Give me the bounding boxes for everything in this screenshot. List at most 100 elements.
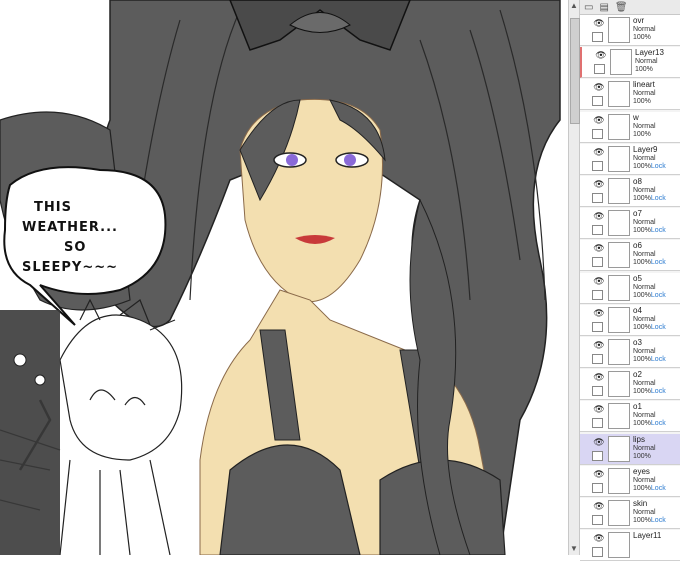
layer-lock-label: Lock (650, 323, 666, 331)
layer-opacity: 100%Lock (633, 292, 666, 299)
layer-row[interactable]: 👁 o2 Normal 100%Lock (580, 369, 680, 401)
layer-row[interactable]: 👁 skin Normal 100%Lock (580, 498, 680, 529)
speech-line-2: WEATHER... (22, 220, 118, 235)
scroll-up-icon[interactable]: ▲ (569, 0, 579, 12)
layer-checkbox[interactable] (594, 64, 605, 75)
visibility-eye-icon[interactable]: 👁 (592, 115, 606, 125)
layer-name: o5 (633, 273, 642, 283)
layer-lock-label: Lock (650, 259, 666, 267)
layer-checkbox[interactable] (592, 418, 603, 429)
layer-name: Layer9 (633, 144, 658, 154)
new-layer-icon[interactable]: ▭ (584, 2, 593, 13)
layer-thumbnail (608, 306, 630, 333)
layer-name: o7 (633, 209, 642, 219)
layer-opacity-value: 100% (633, 291, 651, 299)
layer-thumbnail (608, 17, 630, 43)
visibility-eye-icon[interactable]: 👁 (592, 276, 606, 286)
layer-checkbox[interactable] (592, 32, 603, 42)
layer-lock-label: Lock (650, 517, 666, 524)
layer-checkbox[interactable] (592, 289, 603, 300)
layer-opacity: 100%Lock (633, 420, 666, 427)
visibility-eye-icon[interactable]: 👁 (592, 469, 606, 479)
layer-name: o6 (633, 241, 642, 251)
visibility-eye-icon[interactable]: 👁 (592, 502, 606, 511)
layer-checkbox[interactable] (592, 450, 603, 461)
layer-opacity-value: 100% (633, 452, 651, 460)
layer-row[interactable]: 👁 o4 Normal 100%Lock (580, 304, 680, 336)
layer-checkbox[interactable] (592, 547, 603, 558)
layer-name: o8 (633, 177, 642, 186)
scroll-down-icon[interactable]: ▼ (569, 543, 579, 555)
visibility-eye-icon[interactable]: 👁 (592, 534, 606, 543)
layer-checkbox[interactable] (592, 354, 603, 364)
layer-opacity: 100% (633, 453, 651, 460)
layer-checkbox[interactable] (592, 193, 603, 203)
layer-blend-mode: Normal (635, 58, 658, 66)
layer-row[interactable]: 👁 Layer9 Normal 100%Lock (580, 143, 680, 175)
layer-opacity: 100% (635, 66, 653, 73)
layer-checkbox[interactable] (592, 482, 603, 493)
layer-thumbnail (608, 81, 630, 108)
layer-row[interactable]: 👁 o6 Normal 100%Lock (580, 240, 680, 272)
visibility-eye-icon[interactable]: 👁 (592, 147, 606, 157)
layer-checkbox[interactable] (592, 386, 603, 397)
layer-checkbox[interactable] (592, 128, 603, 139)
layer-row[interactable]: 👁 o3 Normal 100%Lock (580, 337, 680, 368)
layers-panel: ▭ ▤ 🗑 👁 ovr Normal 100% 👁 Layer13 Normal 100% 👁 l… (580, 0, 680, 561)
layer-checkbox[interactable] (592, 160, 603, 171)
layer-blend-mode: Normal (633, 154, 656, 162)
layer-name: w (633, 112, 639, 122)
trash-icon[interactable]: 🗑 (615, 2, 628, 13)
layer-row[interactable]: 👁 o1 Normal 100%Lock (580, 401, 680, 433)
layer-row[interactable]: 👁 lips Normal 100% (580, 433, 680, 465)
layer-row[interactable]: 👁 o8 Normal 100%Lock (580, 176, 680, 207)
layer-opacity: 100%Lock (633, 485, 666, 492)
layer-checkbox[interactable] (592, 321, 603, 332)
visibility-eye-icon[interactable]: 👁 (592, 83, 606, 92)
layer-lock-label: Lock (650, 484, 666, 492)
layer-thumbnail (608, 500, 630, 526)
layer-row[interactable]: 👁 Layer13 Normal 100% (580, 47, 680, 79)
visibility-eye-icon[interactable]: 👁 (592, 341, 606, 350)
visibility-eye-icon[interactable]: 👁 (592, 437, 606, 447)
layer-checkbox[interactable] (592, 515, 603, 525)
folder-icon[interactable]: ▤ (599, 2, 608, 13)
scroll-thumb[interactable] (570, 18, 580, 124)
layer-blend-mode: Normal (633, 90, 656, 98)
layer-row[interactable]: 👁 Layer11 (580, 530, 680, 561)
speech-line-3: SO (64, 240, 87, 255)
layer-name: Layer11 (633, 531, 662, 541)
visibility-eye-icon[interactable]: 👁 (592, 405, 606, 414)
visibility-eye-icon[interactable]: 👁 (594, 51, 608, 60)
visibility-eye-icon[interactable]: 👁 (592, 212, 606, 221)
visibility-eye-icon[interactable]: 👁 (592, 19, 606, 28)
drawing-canvas[interactable]: THIS WEATHER... SO SLEEPY~~~ (0, 0, 568, 555)
layer-opacity-value: 100% (633, 420, 651, 428)
layer-opacity: 100%Lock (633, 356, 666, 363)
visibility-eye-icon[interactable]: 👁 (592, 308, 606, 318)
layer-row[interactable]: 👁 o5 Normal 100%Lock (580, 272, 680, 304)
layer-thumbnail (608, 178, 630, 204)
visibility-eye-icon[interactable]: 👁 (592, 373, 606, 382)
layer-opacity-value: 100% (633, 98, 651, 106)
layer-blend-mode: Normal (633, 348, 656, 355)
layer-row[interactable]: 👁 o7 Normal 100%Lock (580, 208, 680, 240)
layer-lock-label: Lock (650, 356, 666, 363)
layer-row[interactable]: 👁 ovr Normal 100% (580, 15, 680, 46)
layer-checkbox[interactable] (592, 225, 603, 236)
layer-row[interactable]: 👁 lineart Normal 100% (580, 79, 680, 111)
layer-row[interactable]: 👁 w Normal 100% (580, 111, 680, 143)
visibility-eye-icon[interactable]: 👁 (592, 244, 606, 253)
layer-thumbnail (608, 435, 630, 462)
layer-thumbnail (610, 49, 632, 76)
layer-thumbnail (608, 467, 630, 494)
visibility-eye-icon[interactable]: 👁 (592, 180, 606, 189)
layer-name: skin (633, 499, 648, 508)
layer-opacity-value: 100% (633, 162, 651, 170)
layer-thumbnail (608, 371, 630, 398)
layer-checkbox[interactable] (592, 257, 603, 268)
layer-row[interactable]: 👁 eyes Normal 100%Lock (580, 465, 680, 497)
layer-checkbox[interactable] (592, 96, 603, 107)
vertical-scrollbar[interactable]: ▲ ▼ (568, 0, 580, 555)
layer-lock-label: Lock (650, 291, 666, 299)
